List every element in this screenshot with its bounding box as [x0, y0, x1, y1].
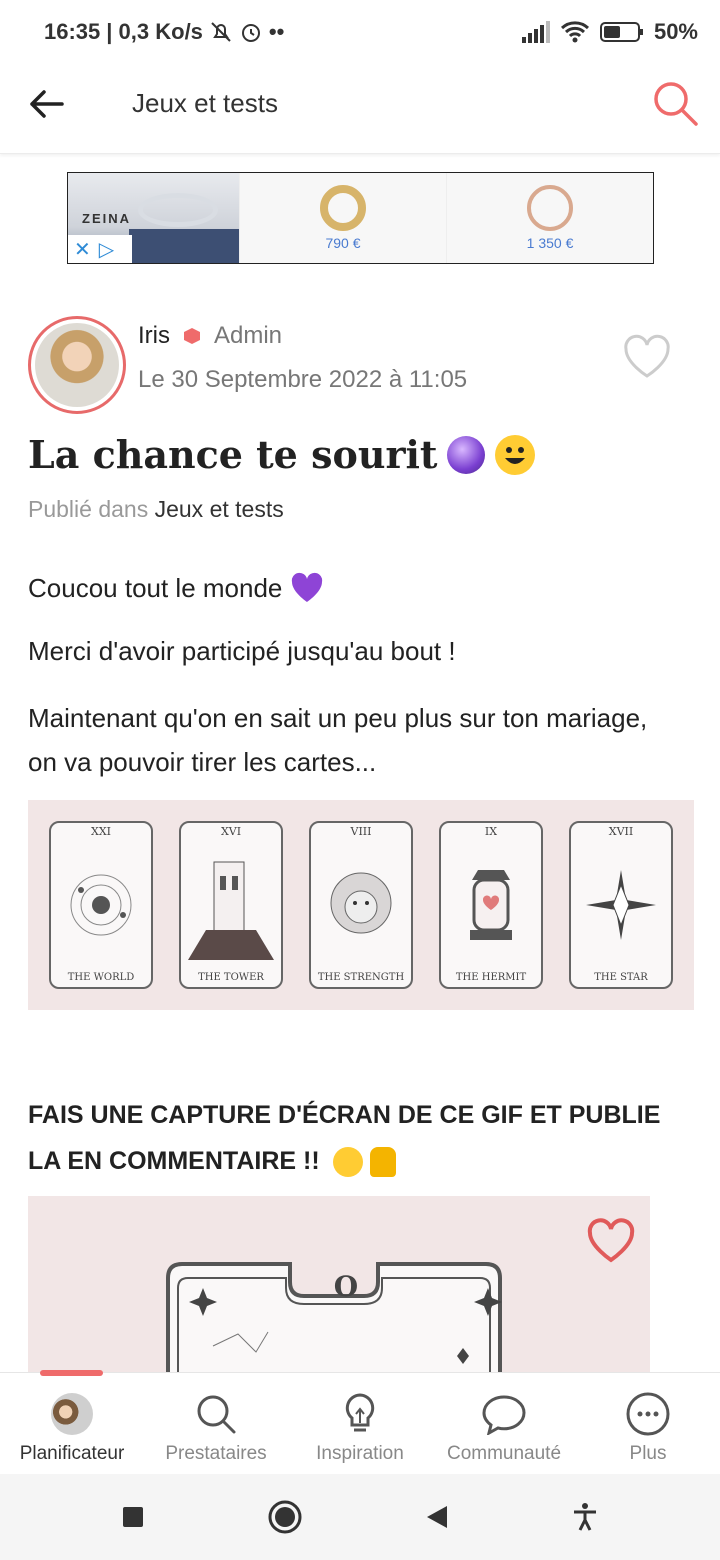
lantern-icon	[441, 838, 541, 972]
post-paragraph-text: Coucou tout le monde	[28, 572, 283, 603]
tarot-card-number: XVII	[608, 825, 634, 838]
tarot-card-number: IX	[484, 825, 498, 838]
back-icon[interactable]	[425, 1504, 449, 1530]
post-paragraph: Maintenant qu'on en sait un peu plus sur…	[28, 703, 648, 777]
post-title-text: La chance te sourit	[28, 432, 438, 477]
post-paragraph: Coucou tout le monde	[28, 572, 324, 604]
tarot-card-label: THE STRENGTH	[317, 972, 405, 983]
author-role: Admin	[214, 322, 283, 349]
tarot-card-label: THE WORLD	[67, 972, 135, 983]
tarot-card-number: VIII	[350, 825, 372, 838]
post-date: Le 30 Septembre 2022 à 11:05	[138, 366, 468, 393]
search-icon[interactable]	[650, 78, 700, 128]
close-ad-icon[interactable]: ✕	[74, 237, 91, 262]
alarm-icon	[241, 24, 260, 42]
star-icon	[571, 838, 671, 972]
battery-icon	[599, 22, 643, 42]
tower-icon	[181, 838, 281, 972]
battery-level: 50%	[653, 19, 698, 44]
search-icon	[197, 1395, 236, 1434]
tarot-card: XXI THE WORLD	[49, 821, 153, 989]
ad-product[interactable]: 790 €	[239, 173, 446, 263]
accessibility-icon[interactable]	[571, 1502, 599, 1532]
monocle-face-icon	[332, 1147, 363, 1178]
nav-item-label: Prestataires	[165, 1443, 267, 1464]
tarot-card: IX THE HERMIT	[439, 821, 543, 989]
tarot-card-number: XXI	[90, 825, 111, 838]
ad-banner[interactable]: ZEINA ✕ ▷ 790 € 1 350 €	[67, 172, 654, 264]
tarot-card-label: THE HERMIT	[455, 972, 527, 983]
tarot-card: XVI THE TOWER	[179, 821, 283, 989]
tarot-cards-image[interactable]: XXI THE WORLD XVI THE TOWER VIII THE STR…	[28, 800, 694, 1010]
nav-item-communaute[interactable]: Communauté	[432, 1373, 576, 1474]
ad-choices-icon[interactable]: ▷	[99, 237, 114, 262]
ad-product[interactable]: 1 350 €	[446, 173, 653, 263]
wifi-icon	[560, 21, 589, 43]
tarot-card-label: THE STAR	[594, 972, 648, 983]
nav-item-label: Inspiration	[316, 1443, 404, 1464]
bottom-nav: Planificateur Prestataires Inspiration C…	[0, 1370, 720, 1474]
gif-card-number: O	[334, 1270, 358, 1303]
tarot-card: XVII THE STAR	[569, 821, 673, 989]
pointing-down-icon	[369, 1147, 396, 1178]
admin-badge-icon	[184, 328, 200, 344]
app-bar: Jeux et tests	[0, 64, 720, 154]
ad-choices[interactable]: ✕ ▷	[68, 235, 132, 263]
nav-item-label: Communauté	[446, 1443, 562, 1464]
ad-product-price: 1 350 €	[526, 235, 574, 251]
nav-item-inspiration[interactable]: Inspiration	[288, 1373, 432, 1474]
call-to-action: FAIS UNE CAPTURE D'ÉCRAN DE CE GIF ET PU…	[28, 1092, 668, 1184]
author-avatar[interactable]	[28, 316, 126, 414]
recent-apps-icon[interactable]	[121, 1505, 145, 1529]
signal-icon	[521, 21, 550, 43]
gold-ring-image	[320, 185, 366, 231]
tarot-card-label: THE TOWER	[198, 972, 264, 983]
ad-product-price: 790 €	[325, 235, 361, 251]
status-time: 16:35	[44, 19, 101, 44]
back-arrow-icon[interactable]	[26, 84, 66, 124]
heart-sticker-icon	[587, 1218, 635, 1263]
purple-heart-icon	[292, 572, 323, 602]
author-info: Iris Admin	[138, 322, 282, 350]
tarot-gif-image[interactable]: O	[28, 1196, 650, 1372]
heart-icon[interactable]	[620, 330, 674, 384]
ad-brand-logo: ZEINA	[82, 211, 131, 226]
nav-item-prestataires[interactable]: Prestataires	[144, 1373, 288, 1474]
posted-in: Publié dans Jeux et tests	[28, 496, 284, 523]
mute-icon	[211, 22, 231, 42]
post-title: La chance te sourit	[28, 432, 536, 477]
home-icon[interactable]	[267, 1499, 303, 1535]
crystal-ball-icon	[447, 435, 486, 474]
nav-item-plus[interactable]: Plus	[576, 1373, 720, 1474]
page-title: Jeux et tests	[132, 88, 278, 118]
status-speed: | 0,3 Ko/s	[106, 19, 203, 44]
nav-item-planificateur[interactable]: Planificateur	[0, 1370, 144, 1474]
more-dots-icon: ••	[268, 19, 285, 44]
ring-image	[138, 193, 218, 227]
active-tab-indicator	[40, 1370, 103, 1376]
posted-in-label: Publié dans	[28, 496, 149, 522]
world-icon	[51, 838, 151, 972]
user-avatar-icon	[51, 1393, 93, 1435]
tarot-card-number: XVI	[220, 825, 242, 838]
ad-brand-image[interactable]: ZEINA ✕ ▷	[68, 173, 239, 263]
lion-icon	[311, 838, 411, 972]
posted-in-category[interactable]: Jeux et tests	[155, 496, 284, 522]
lightbulb-icon	[345, 1393, 375, 1432]
smiley-icon	[495, 434, 536, 475]
system-nav-bar	[0, 1474, 720, 1560]
status-bar: 16:35 | 0,3 Ko/s •• 50%	[0, 0, 720, 64]
author-name[interactable]: Iris	[138, 322, 170, 350]
nav-item-label: Planificateur	[19, 1443, 125, 1464]
ring-box-image	[129, 229, 239, 263]
nav-item-label: Plus	[629, 1443, 667, 1464]
rose-ring-image	[527, 185, 573, 231]
more-options-icon	[626, 1392, 670, 1436]
tarot-card: VIII THE STRENGTH	[309, 821, 413, 989]
post-paragraph: Merci d'avoir participé jusqu'au bout !	[28, 636, 456, 666]
chat-bubble-icon	[482, 1395, 526, 1435]
